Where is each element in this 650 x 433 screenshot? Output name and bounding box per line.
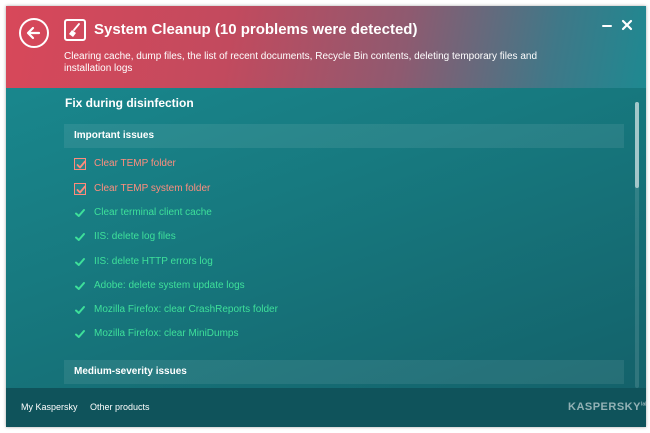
item-label: IIS: delete log files: [94, 231, 176, 242]
checkmark-icon: [76, 160, 86, 169]
scrollbar-thumb[interactable]: [635, 102, 639, 188]
section-title: Fix during disinfection: [65, 96, 194, 110]
other-products-link[interactable]: Other products: [90, 402, 150, 412]
kaspersky-logo: KASPERSKYlab: [568, 401, 646, 413]
broom-icon: [64, 19, 86, 41]
fixed-check-icon: [74, 256, 86, 268]
issues-panel: Fix during disinfection Important issues…: [6, 88, 646, 388]
header: System Cleanup (10 problems were detecte…: [6, 6, 646, 88]
item-label: Clear TEMP system folder: [94, 183, 211, 194]
footer: My Kaspersky Other products KASPERSKYlab: [6, 388, 646, 427]
item-label: Clear terminal client cache: [94, 207, 212, 218]
item-label: Adobe: delete system update logs: [94, 280, 245, 291]
minimize-button[interactable]: [600, 18, 614, 32]
fixed-check-icon: [74, 328, 86, 340]
fixed-check-icon: [74, 231, 86, 243]
brand-name: KASPERSKY: [568, 401, 641, 413]
fixed-check-icon: [74, 280, 86, 292]
brand-sup: lab: [640, 401, 646, 408]
close-icon: [621, 19, 633, 31]
checkbox[interactable]: [74, 158, 86, 170]
group-header-important[interactable]: Important issues: [64, 124, 624, 148]
arrow-left-icon: [26, 26, 41, 40]
close-button[interactable]: [620, 18, 634, 32]
fixed-check-icon: [74, 304, 86, 316]
item-label: IIS: delete HTTP errors log: [94, 256, 213, 267]
checkmark-icon: [76, 185, 86, 194]
item-label: Mozilla Firefox: clear MiniDumps: [94, 328, 239, 339]
checkbox[interactable]: [74, 183, 86, 195]
scrollbar[interactable]: [635, 102, 639, 388]
my-kaspersky-link[interactable]: My Kaspersky: [21, 402, 78, 412]
back-button[interactable]: [19, 18, 49, 48]
page-subtitle: Clearing cache, dump files, the list of …: [64, 51, 538, 74]
fixed-check-icon: [74, 207, 86, 219]
page-title: System Cleanup (10 problems were detecte…: [94, 21, 418, 38]
group-header-medium[interactable]: Medium-severity issues: [64, 360, 624, 384]
minimize-icon: [602, 25, 612, 27]
item-label: Clear TEMP folder: [94, 158, 176, 169]
system-cleanup-window: System Cleanup (10 problems were detecte…: [6, 6, 646, 427]
item-label: Mozilla Firefox: clear CrashReports fold…: [94, 304, 278, 315]
